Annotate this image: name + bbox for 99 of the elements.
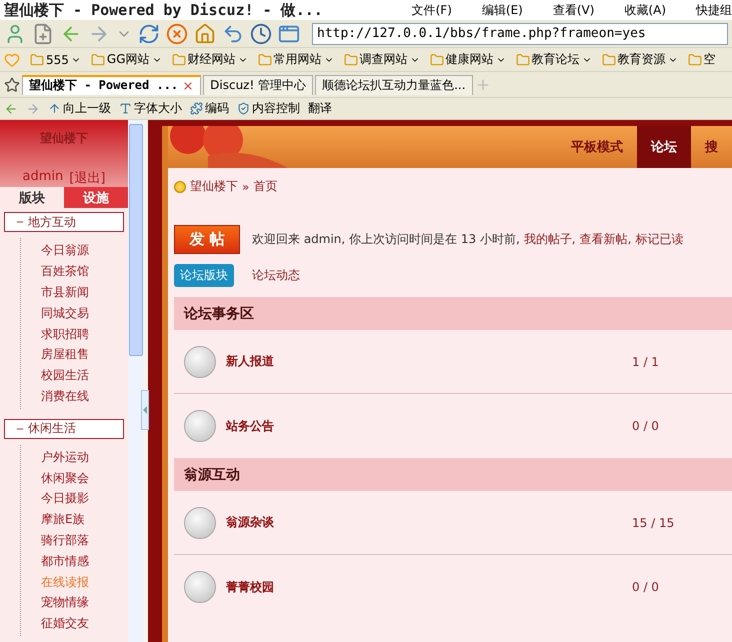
sidebar-item[interactable]: 摩旅E族 [41, 509, 124, 530]
browser-tab[interactable]: Discuz! 管理中心 [203, 74, 314, 94]
sidebar-item[interactable]: 休闲聚会 [41, 468, 124, 488]
forum-count: 0 / 0 [632, 419, 660, 433]
bookmark-folder[interactable]: 财经网站 [172, 51, 248, 68]
folder-icon [90, 52, 105, 66]
sidebar-item[interactable]: 宠物情缘 [41, 592, 124, 614]
sidebar-item[interactable]: 市县新闻 [41, 282, 124, 303]
sidebar-item[interactable]: 校园生活 [41, 365, 124, 386]
history-icon[interactable] [250, 22, 272, 44]
back-icon[interactable] [4, 102, 18, 116]
new-page-icon[interactable] [32, 22, 54, 44]
bookmark-folder[interactable]: GG网站 [90, 51, 162, 68]
folder-icon [172, 52, 186, 66]
bookmark-folder[interactable]: 555 [30, 52, 81, 66]
sidebar-tab[interactable]: 版块 [0, 187, 64, 208]
bookmark-folder[interactable]: 教育资源 [602, 51, 678, 68]
undo-icon[interactable] [222, 22, 244, 44]
sidebar-item[interactable]: 求职招聘 [41, 324, 124, 344]
folder-icon [258, 52, 272, 66]
bookmark-folder[interactable]: 空 [688, 51, 716, 68]
forward-icon[interactable] [26, 102, 40, 116]
section-header: 翁源互动 [174, 458, 732, 491]
folder-icon [430, 52, 444, 66]
sidebar-tab[interactable]: 设施 [64, 187, 128, 208]
refresh-icon[interactable] [138, 22, 160, 44]
view-tab[interactable]: 论坛版块 [174, 264, 234, 287]
group-header[interactable]: 地方互动 [4, 212, 124, 232]
view-tab[interactable]: 论坛动态 [246, 264, 306, 287]
nav-tab[interactable]: 论坛 [637, 126, 691, 168]
folder-icon [344, 52, 358, 66]
new-tab-icon[interactable] [474, 76, 491, 92]
sidebar-item[interactable]: 同城交易 [41, 302, 124, 324]
welcome-message: 欢迎回来 admin, 你上次访问时间是在 13 小时前, 我的帖子, 查看新帖, 标记已读 [252, 231, 684, 248]
username: admin [22, 169, 64, 186]
forum-count: 15 / 15 [632, 516, 676, 530]
folder-icon [602, 52, 616, 66]
sidebar-item[interactable]: 房屋租售 [41, 344, 124, 366]
sidebar-item[interactable]: 今日摄影 [41, 488, 124, 510]
bookmark-folder[interactable]: 教育论坛 [516, 51, 592, 68]
address-field[interactable]: http://127.0.0.1/bbs/frame.php?frameon=yes [312, 22, 728, 44]
breadcrumb-link[interactable]: 望仙楼下 [190, 178, 238, 195]
sidebar-item[interactable]: 征婚交友 [41, 613, 124, 634]
breadcrumb-separator: » [242, 180, 250, 194]
sidebar-title: 望仙楼下 [40, 130, 88, 147]
forum-count: 1 / 1 [632, 354, 660, 368]
welcome-link[interactable]: 我的帖子, [524, 232, 576, 246]
welcome-link[interactable]: 标记已读 [635, 232, 684, 246]
nav-tab[interactable]: 平板模式 [557, 126, 637, 168]
nav-tab[interactable]: 搜 [691, 126, 732, 168]
menu-item[interactable]: 收藏(A) [624, 2, 666, 18]
scrollbar-thumb[interactable] [128, 124, 142, 356]
menu-item[interactable]: 查看(V) [552, 2, 594, 18]
bookmark-folder[interactable]: 健康网站 [430, 51, 506, 68]
menu-item[interactable]: 快捷组 [696, 2, 732, 18]
stop-icon[interactable] [166, 22, 188, 44]
close-icon[interactable] [182, 80, 194, 92]
welcome-link[interactable]: 查看新帖, [580, 232, 632, 246]
shield-icon [237, 102, 250, 115]
forum-icon [184, 506, 216, 538]
forum-name[interactable]: 站务公告 [226, 418, 632, 434]
post-button[interactable]: 发 帖 [174, 225, 240, 254]
sidebar-item[interactable]: 户外运动 [41, 446, 124, 468]
heart-icon[interactable] [4, 52, 20, 68]
sidebar-item[interactable]: 骑行部落 [41, 530, 124, 551]
browser-tab[interactable]: 顺德论坛扒互动力量蓝色... [315, 74, 473, 94]
toolbar-button[interactable]: 字体大小 [119, 100, 182, 117]
puzzle-icon [190, 102, 203, 115]
window-title: 望仙楼下 - Powered by Discuz! - 做... [4, 0, 324, 20]
forum-name[interactable]: 新人报道 [226, 353, 632, 370]
forum-name[interactable]: 翁源杂谈 [226, 514, 632, 531]
sidebar-item[interactable]: 今日翁源 [41, 240, 124, 262]
folder-icon [30, 52, 44, 66]
star-icon[interactable] [4, 76, 20, 92]
section-header: 论坛事务区 [174, 297, 732, 330]
toolbar-button[interactable]: 编码 [190, 100, 229, 117]
folder-icon [688, 52, 702, 66]
forum-icon [184, 346, 216, 378]
collapse-handle[interactable] [141, 390, 149, 430]
toolbar-button[interactable]: 翻译 [308, 100, 332, 117]
browser-tab[interactable]: 望仙楼下 - Powered ... [22, 74, 202, 94]
sidebar-item[interactable]: 都市情感 [41, 550, 124, 572]
forum-icon [184, 571, 216, 603]
up-arrow-icon [48, 102, 61, 115]
toolbar-button[interactable]: 内容控制 [237, 100, 300, 117]
group-header[interactable]: 休闲生活 [4, 418, 124, 439]
folder-icon [516, 52, 530, 66]
sidebar-item[interactable]: 百姓茶馆 [41, 261, 124, 282]
menu-item[interactable]: 文件(F) [412, 2, 452, 18]
bookmark-folder[interactable]: 常用网站 [258, 51, 334, 68]
menu-item[interactable]: 编辑(E) [482, 2, 523, 18]
forum-count: 0 / 0 [632, 580, 660, 594]
letter-icon [119, 102, 132, 115]
forum-icon [184, 410, 216, 442]
forum-name[interactable]: 菁菁校园 [226, 578, 632, 596]
sidebar-item[interactable]: 消费在线 [41, 386, 124, 407]
toolbar-button[interactable]: 向上一级 [48, 100, 111, 117]
breadcrumb-current: 首页 [253, 178, 278, 195]
bookmark-folder[interactable]: 调查网站 [344, 51, 420, 68]
